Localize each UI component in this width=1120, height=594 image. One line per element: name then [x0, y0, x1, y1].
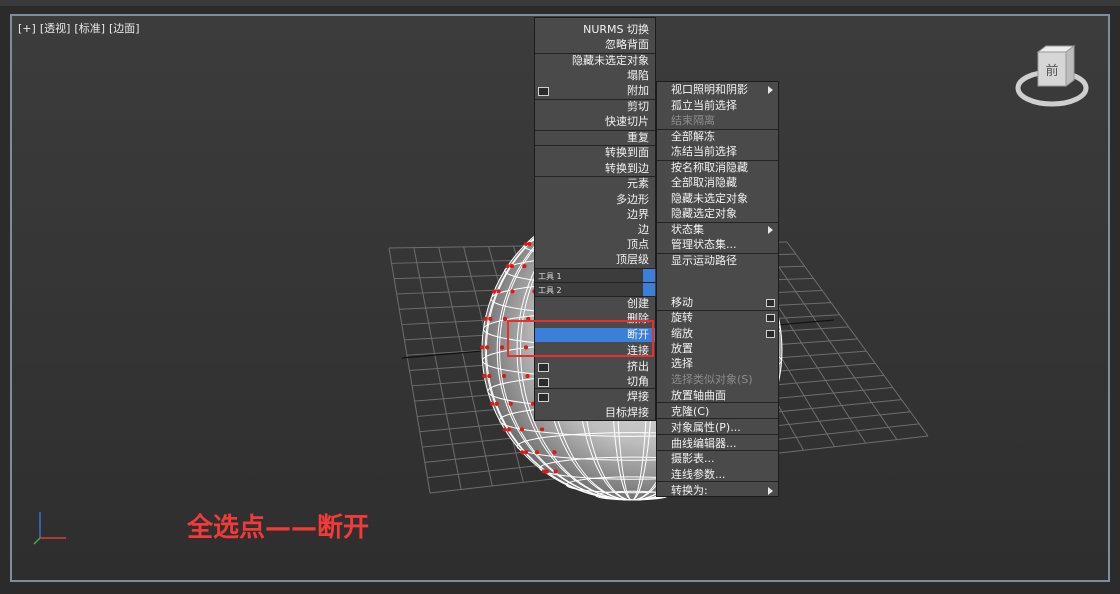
left-menu-item-0[interactable]: NURMS 切换	[583, 22, 649, 37]
submenu-arrow-icon	[768, 226, 773, 234]
left-menu-item-8[interactable]: 转换到面	[605, 145, 649, 160]
right-menu-item-12[interactable]: 移动	[671, 295, 693, 310]
left-menu-item-23[interactable]: 目标焊接	[605, 405, 649, 420]
vertex-dot	[523, 241, 528, 246]
settings-box-icon[interactable]	[538, 378, 549, 387]
vertex-dot	[489, 401, 494, 406]
vertex-dot	[553, 469, 558, 474]
settings-box-icon[interactable]	[766, 330, 775, 338]
vertex-dot	[500, 345, 505, 350]
right-menu-item-2[interactable]: 结束隔离	[671, 113, 715, 128]
annotation-highlight-box	[507, 320, 654, 357]
right-menu-item-24[interactable]: 转换为:	[671, 483, 708, 498]
vertex-dot	[509, 264, 514, 269]
vertex-dot	[494, 401, 499, 406]
quad-label-tools-1: 工具 1	[538, 272, 562, 281]
vertex-dot	[480, 345, 485, 350]
left-menu-item-14[interactable]: 顶点	[627, 237, 649, 252]
vertex-dot	[510, 289, 515, 294]
quad-selector-bl[interactable]	[643, 283, 655, 296]
right-menu-item-13[interactable]: 旋转	[671, 310, 693, 325]
vertex-dot	[502, 374, 507, 379]
right-menu-item-6[interactable]: 全部取消隐藏	[671, 175, 737, 190]
submenu-arrow-icon	[768, 86, 773, 94]
right-menu-item-11[interactable]: 显示运动路径	[671, 253, 737, 268]
right-menu-item-19[interactable]: 克隆(C)	[671, 404, 709, 419]
right-menu-item-21[interactable]: 曲线编辑器...	[671, 436, 737, 451]
view-cube-front-label: 前	[1045, 63, 1058, 79]
vertex-dot	[534, 450, 539, 455]
left-menu-item-7[interactable]: 重复	[627, 130, 649, 145]
vertex-dot	[544, 469, 549, 474]
annotation-caption: 全选点——断开	[187, 513, 370, 543]
right-menu-item-17[interactable]: 选择类似对象(S)	[671, 372, 753, 387]
right-menu-item-10[interactable]: 管理状态集...	[671, 237, 737, 252]
right-menu-item-20[interactable]: 对象属性(P)...	[671, 420, 741, 435]
left-menu-item-5[interactable]: 剪切	[627, 99, 649, 114]
right-menu-item-4[interactable]: 冻结当前选择	[671, 144, 737, 159]
vertex-dot	[540, 427, 545, 432]
vertex-dot	[520, 450, 525, 455]
settings-box-icon[interactable]	[538, 393, 549, 402]
left-menu-item-16[interactable]: 创建	[627, 296, 649, 311]
vertex-dot	[487, 374, 492, 379]
right-menu-item-14[interactable]: 缩放	[671, 326, 693, 341]
left-menu-item-3[interactable]: 塌陷	[627, 68, 649, 83]
left-menu-item-20[interactable]: 挤出	[627, 359, 649, 374]
right-menu-item-3[interactable]: 全部解冻	[671, 129, 715, 144]
vertex-dot	[552, 450, 557, 455]
right-menu-item-8[interactable]: 隐藏选定对象	[671, 206, 737, 221]
submenu-arrow-icon	[768, 487, 773, 495]
right-menu-item-16[interactable]: 选择	[671, 356, 693, 371]
vertex-dot	[505, 264, 510, 269]
quad-label-tools-2: 工具 2	[538, 286, 562, 295]
vertex-dot	[525, 374, 530, 379]
vertex-dot	[491, 289, 496, 294]
vertex-dot	[488, 316, 493, 321]
vertex-dot	[482, 374, 487, 379]
right-menu-item-9[interactable]: 状态集	[671, 222, 704, 237]
left-menu-item-22[interactable]: 焊接	[627, 389, 649, 404]
vertex-dot	[527, 241, 532, 246]
left-menu-item-6[interactable]: 快速切片	[605, 114, 649, 129]
right-menu-item-5[interactable]: 按名称取消隐藏	[671, 160, 748, 175]
vertex-dot	[483, 316, 488, 321]
vertex-dot	[519, 427, 524, 432]
right-menu-item-7[interactable]: 隐藏未选定对象	[671, 191, 748, 206]
right-menu-item-15[interactable]: 放置	[671, 341, 693, 356]
vertex-dot	[522, 264, 527, 269]
quad-selector-tl[interactable]	[643, 269, 655, 282]
left-menu-item-10[interactable]: 元素	[627, 176, 649, 191]
right-menu-item-22[interactable]: 摄影表...	[671, 451, 715, 466]
vertex-dot	[507, 427, 512, 432]
left-menu-item-12[interactable]: 边界	[627, 207, 649, 222]
view-cube-icon: 前	[1015, 45, 1089, 107]
settings-box-icon[interactable]	[538, 87, 549, 96]
left-menu-item-2[interactable]: 隐藏未选定对象	[572, 53, 649, 68]
right-menu-item-18[interactable]: 放置轴曲面	[671, 388, 726, 403]
top-toolbar-strip	[0, 0, 1120, 6]
vertex-dot	[485, 345, 490, 350]
settings-box-icon[interactable]	[766, 314, 775, 322]
left-menu-item-15[interactable]: 顶层级	[616, 252, 649, 267]
vertex-dot	[502, 427, 507, 432]
left-menu-item-13[interactable]: 边	[638, 222, 649, 237]
right-menu-item-23[interactable]: 连线参数...	[671, 467, 726, 482]
settings-box-icon[interactable]	[538, 363, 549, 372]
right-menu-item-1[interactable]: 孤立当前选择	[671, 98, 737, 113]
quad-menu-left-column[interactable]: 工具 1 显示 工具 2 变换 NURMS 切换忽略背面隐藏未选定对象塌陷附加剪…	[534, 17, 777, 421]
left-menu-item-21[interactable]: 切角	[627, 374, 649, 389]
settings-box-icon[interactable]	[766, 299, 775, 307]
vertex-dot	[524, 450, 529, 455]
left-menu-item-1[interactable]: 忽略背面	[605, 37, 649, 52]
quad-menu-right-column[interactable]: 视口照明和阴影 孤立当前选择 结束隔离 全部解冻 冻结当前选择 按名称取消隐藏 全部取消隐藏…	[656, 81, 779, 497]
left-menu-item-4[interactable]: 附加	[627, 83, 649, 98]
left-menu-item-9[interactable]: 转换到边	[605, 161, 649, 176]
axis-tripod-icon	[33, 512, 66, 545]
right-menu-item-0[interactable]: 视口照明和阴影	[671, 82, 748, 97]
left-menu-item-11[interactable]: 多边形	[616, 192, 649, 207]
vertex-dot	[508, 401, 513, 406]
vertex-dot	[496, 289, 501, 294]
